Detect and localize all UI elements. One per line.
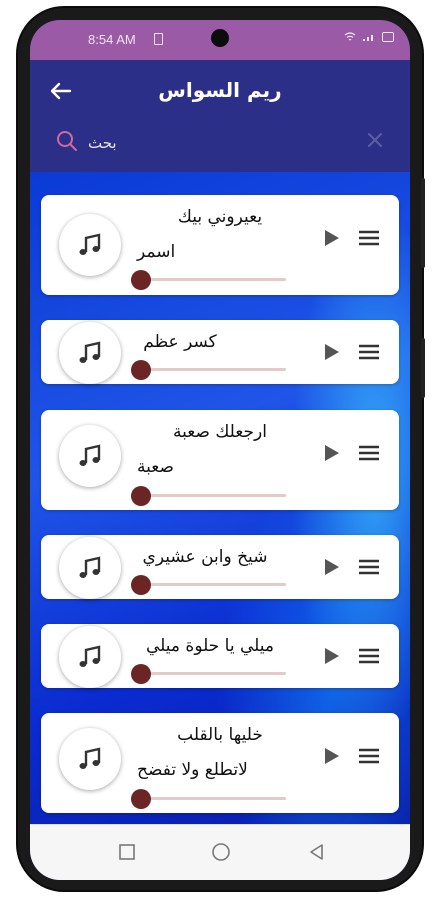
play-icon[interactable] xyxy=(321,746,341,766)
power-button xyxy=(421,338,425,398)
song-card[interactable]: كسر عظم xyxy=(41,320,399,384)
search-icon[interactable] xyxy=(56,130,78,152)
system-nav-bar xyxy=(30,824,410,880)
music-note-icon xyxy=(79,556,101,578)
song-thumbnail xyxy=(59,626,121,688)
song-card[interactable]: يعيروني بيك اسمر xyxy=(41,195,399,295)
page-title: ريم السواس xyxy=(158,78,282,102)
song-title: يعيروني بيك xyxy=(177,207,263,227)
status-time: 8:54 AM xyxy=(88,32,136,47)
song-subtitle: لاتطلع ولا تفضح xyxy=(137,760,248,780)
play-icon[interactable] xyxy=(321,342,341,362)
back-triangle-icon[interactable] xyxy=(307,842,327,862)
app-bar: ريم السواس xyxy=(30,60,410,122)
play-icon[interactable] xyxy=(321,557,341,577)
hamburger-menu-icon[interactable] xyxy=(358,444,380,462)
music-note-icon xyxy=(79,341,101,363)
search-input[interactable] xyxy=(86,128,330,158)
signal-icon xyxy=(363,35,373,41)
seek-thumb[interactable] xyxy=(131,575,151,595)
close-icon[interactable] xyxy=(366,131,384,149)
wifi-icon xyxy=(344,32,356,41)
seek-thumb[interactable] xyxy=(131,360,151,380)
song-subtitle: صعبة xyxy=(137,457,174,477)
home-circle-icon[interactable] xyxy=(211,842,231,862)
volume-button xyxy=(421,178,425,268)
status-bar: 8:54 AM xyxy=(30,20,410,60)
battery-icon xyxy=(382,32,394,42)
hamburger-menu-icon[interactable] xyxy=(358,647,380,665)
song-subtitle: اسمر xyxy=(137,242,176,262)
sim-icon xyxy=(154,33,163,45)
hamburger-menu-icon[interactable] xyxy=(358,343,380,361)
hamburger-menu-icon[interactable] xyxy=(358,558,380,576)
song-title: ميلي يا حلوة ميلي xyxy=(145,636,274,656)
status-icons xyxy=(344,32,394,42)
seek-bar[interactable] xyxy=(141,672,286,675)
song-card[interactable]: ميلي يا حلوة ميلي xyxy=(41,624,399,688)
music-note-icon xyxy=(79,444,101,466)
song-thumbnail xyxy=(59,322,121,384)
song-title: شيخ وابن عشيري xyxy=(142,547,268,567)
hamburger-menu-icon[interactable] xyxy=(358,229,380,247)
song-card[interactable]: شيخ وابن عشيري xyxy=(41,535,399,599)
song-thumbnail xyxy=(59,537,121,599)
recents-square-icon[interactable] xyxy=(117,842,137,862)
seek-bar[interactable] xyxy=(141,278,286,281)
play-icon[interactable] xyxy=(321,646,341,666)
song-thumbnail xyxy=(59,728,121,790)
play-icon[interactable] xyxy=(321,443,341,463)
seek-thumb[interactable] xyxy=(131,789,151,809)
screen: 8:54 AM ريم السواس يعيروني xyxy=(30,20,410,880)
song-card[interactable]: ارجعلك صعبة صعبة xyxy=(41,410,399,510)
hamburger-menu-icon[interactable] xyxy=(358,747,380,765)
song-title: ارجعلك صعبة xyxy=(173,422,267,442)
front-camera xyxy=(211,29,229,47)
music-note-icon xyxy=(79,645,101,667)
seek-bar[interactable] xyxy=(141,797,286,800)
song-title: كسر عظم xyxy=(143,332,217,352)
music-note-icon xyxy=(79,747,101,769)
song-thumbnail xyxy=(59,214,121,276)
song-title: خليها بالقلب xyxy=(177,725,263,745)
seek-bar[interactable] xyxy=(141,368,286,371)
seek-thumb[interactable] xyxy=(131,486,151,506)
seek-bar[interactable] xyxy=(141,583,286,586)
song-thumbnail xyxy=(59,425,121,487)
seek-thumb[interactable] xyxy=(131,664,151,684)
song-card[interactable]: خليها بالقلب لاتطلع ولا تفضح xyxy=(41,713,399,813)
play-icon[interactable] xyxy=(321,228,341,248)
music-note-icon xyxy=(79,233,101,255)
seek-thumb[interactable] xyxy=(131,270,151,290)
seek-bar[interactable] xyxy=(141,494,286,497)
search-bar xyxy=(30,122,410,172)
